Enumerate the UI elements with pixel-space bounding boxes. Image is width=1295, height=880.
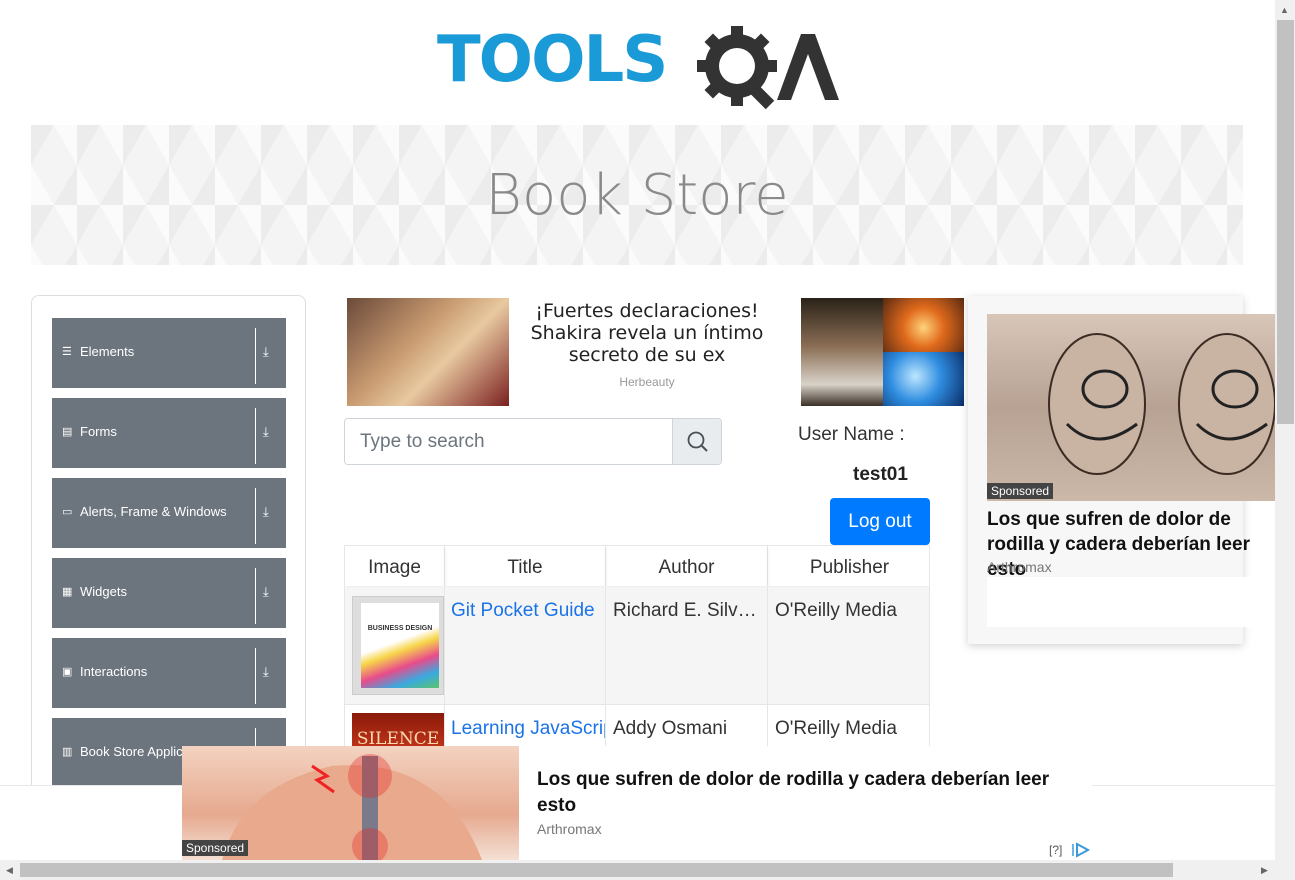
- book-title-cell: Learning JavaScript Design Patterns: [445, 705, 606, 746]
- scroll-up-arrow-icon[interactable]: ▲: [1280, 5, 1289, 15]
- book-title-cell: Git Pocket Guide: [445, 587, 606, 704]
- search-input[interactable]: [345, 419, 672, 464]
- horizontal-scroll-thumb[interactable]: [20, 863, 1173, 877]
- toolsqa-logo[interactable]: TOOLS: [437, 20, 841, 112]
- book-title-link[interactable]: Learning JavaScript Design Patterns: [451, 718, 605, 739]
- book-cover-cell: BUSINESS DESIGN: [345, 587, 445, 704]
- book-cover-text: BUSINESS DESIGN: [367, 625, 433, 632]
- divider: [255, 648, 256, 704]
- scroll-right-arrow-icon[interactable]: ▶: [1261, 865, 1268, 876]
- ad-source[interactable]: Arthromax: [537, 821, 602, 837]
- sponsored-badge: Sponsored: [987, 483, 1054, 499]
- divider: [255, 328, 256, 384]
- page-title: Book Store: [485, 163, 789, 228]
- book-author-cell: Addy Osmani: [606, 705, 768, 746]
- sponsored-ad-right[interactable]: Sponsored Los que sufren de dolor de rod…: [968, 296, 1287, 644]
- sidebar-item-elements[interactable]: ☰ Elements ⤓: [52, 318, 286, 388]
- download-arrow-icon: ⤓: [263, 424, 269, 439]
- logo-text: TOOLS: [437, 23, 668, 97]
- interaction-icon: ▣: [62, 666, 73, 678]
- column-header-author[interactable]: Author: [606, 546, 768, 586]
- username-value: test01: [853, 464, 908, 485]
- ad-headline[interactable]: Los que sufren de dolor de rodilla y cad…: [537, 767, 1087, 819]
- search-button[interactable]: [672, 419, 721, 464]
- ad-source[interactable]: Herbeauty: [518, 375, 776, 389]
- download-arrow-icon: ⤓: [263, 504, 269, 519]
- book-cover-image: SILENCE: [352, 713, 444, 747]
- sidebar-item-label: Book Store Applica: [80, 744, 190, 759]
- book-cover-art: BUSINESS DESIGN: [361, 603, 439, 688]
- column-header-title[interactable]: Title: [445, 546, 606, 586]
- ad-image-collage[interactable]: [801, 298, 964, 406]
- book-publisher-cell: O'Reilly Media: [775, 718, 897, 739]
- book-store-page: TOOLS Book Store ☰ Elements ⤓ ▤ Forms ⤓ …: [0, 0, 1295, 880]
- adchoices-icon[interactable]: [1071, 842, 1091, 858]
- divider: [255, 488, 256, 544]
- sidebar-item-label: Elements: [80, 344, 135, 359]
- sponsored-ad-bottom[interactable]: Sponsored Los que sufren de dolor de rod…: [182, 746, 1092, 860]
- divider: [255, 568, 256, 624]
- sidebar-item-alerts[interactable]: ▭ Alerts, Frame & Windows ⤓: [52, 478, 286, 548]
- sidebar-item-label: Forms: [80, 424, 117, 439]
- book-cover-text: SILENCE: [356, 729, 440, 747]
- books-table: Image Title Author Publisher BUSINESS DE…: [344, 545, 930, 747]
- ad-image-virus: [883, 352, 964, 406]
- ad-help-link[interactable]: [?]: [1049, 843, 1062, 857]
- column-header-publisher[interactable]: Publisher: [768, 546, 929, 586]
- divider: [255, 408, 256, 464]
- page-banner: Book Store: [31, 125, 1243, 265]
- book-cover-image: BUSINESS DESIGN: [352, 596, 444, 695]
- book-publisher-cell: O'Reilly Media: [775, 600, 897, 621]
- column-header-image[interactable]: Image: [345, 546, 445, 586]
- ad-image-explosion: [883, 298, 964, 352]
- sidebar-item-interactions[interactable]: ▣ Interactions ⤓: [52, 638, 286, 708]
- table-row: SILENCE Learning JavaScript Design Patte…: [345, 705, 929, 747]
- ad-image-portrait: [801, 298, 883, 406]
- window-icon: ▭: [62, 506, 73, 518]
- knee-illustration: [1048, 333, 1276, 475]
- form-icon: ▤: [62, 426, 73, 438]
- grid-icon: ▦: [62, 586, 73, 598]
- ad-source[interactable]: Arthromax: [987, 559, 1052, 575]
- download-arrow-icon: ⤓: [263, 584, 269, 599]
- username-label: User Name :: [798, 424, 905, 445]
- scroll-left-arrow-icon[interactable]: ◀: [6, 865, 13, 876]
- sidebar-item-label: Alerts, Frame & Windows: [80, 504, 227, 519]
- sidebar-item-widgets[interactable]: ▦ Widgets ⤓: [52, 558, 286, 628]
- ad-headline[interactable]: ¡Fuertes declaraciones! Shakira revela u…: [518, 300, 776, 366]
- sidebar-item-forms[interactable]: ▤ Forms ⤓: [52, 398, 286, 468]
- book-cover-cell: SILENCE: [345, 705, 445, 747]
- book-title-link[interactable]: Git Pocket Guide: [451, 600, 595, 621]
- sidebar: ☰ Elements ⤓ ▤ Forms ⤓ ▭ Alerts, Frame &…: [31, 295, 306, 815]
- ad-image-knees: [987, 314, 1287, 501]
- sponsored-badge: Sponsored: [182, 840, 249, 856]
- menu-icon: ☰: [62, 346, 72, 358]
- search-icon: [687, 431, 708, 452]
- ad-image-couple[interactable]: [347, 298, 509, 406]
- download-arrow-icon: ⤓: [263, 344, 269, 359]
- download-arrow-icon: ⤓: [263, 664, 269, 679]
- sidebar-item-label: Interactions: [80, 664, 148, 679]
- vertical-scroll-thumb[interactable]: [1277, 20, 1294, 424]
- book-author-cell: Richard E. Silverman: [606, 587, 768, 704]
- logout-button[interactable]: Log out: [830, 498, 930, 545]
- books-icon: ▥: [62, 746, 73, 758]
- ad-text-background: [987, 577, 1287, 627]
- logo-qa-graphic: [697, 26, 839, 110]
- search-box: [344, 418, 722, 465]
- table-row: BUSINESS DESIGN Git Pocket Guide Richard…: [345, 587, 929, 705]
- sidebar-item-label: Widgets: [80, 584, 127, 599]
